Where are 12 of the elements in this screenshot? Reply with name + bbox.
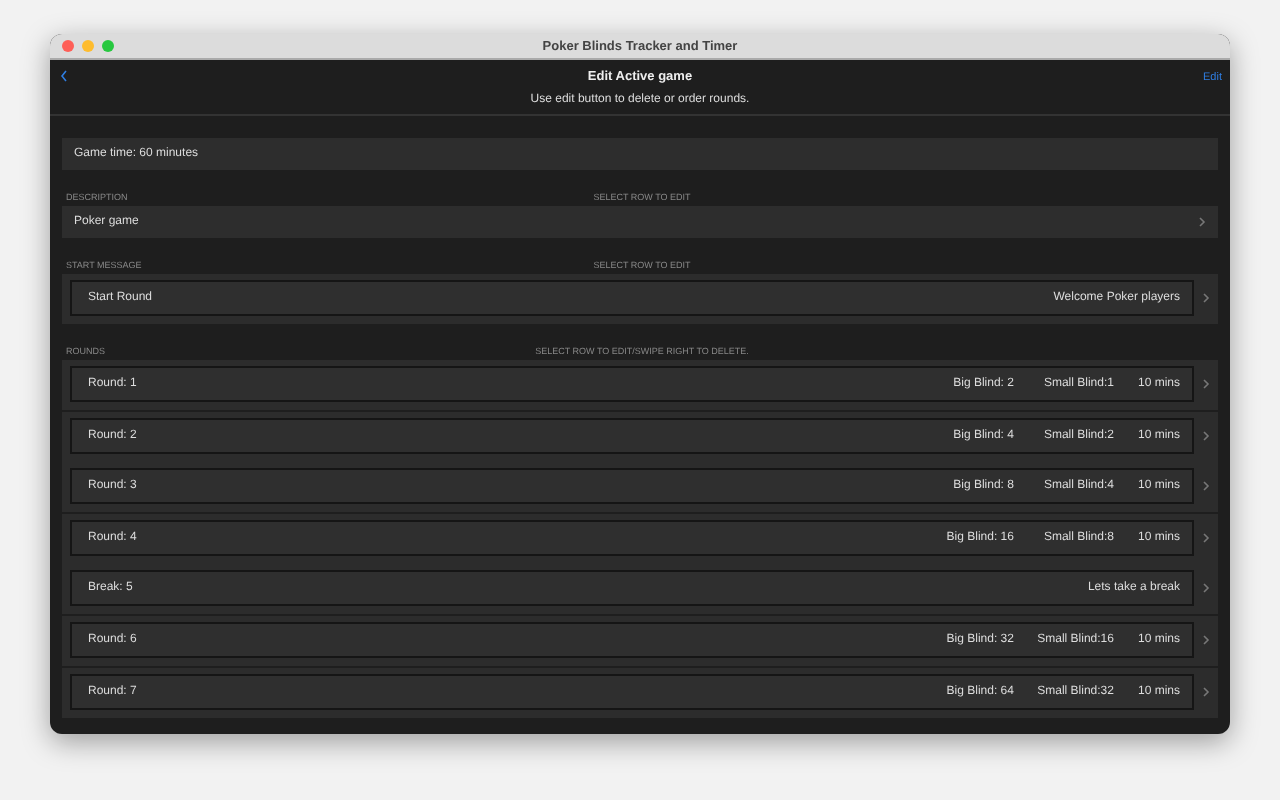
chevron-icon (1202, 292, 1210, 304)
minimize-button[interactable] (82, 40, 94, 52)
chevron-icon (1198, 216, 1206, 228)
chevron-icon (1202, 480, 1210, 493)
chevron-icon (1202, 531, 1210, 544)
chevron-icon (1202, 685, 1210, 698)
chevron-icon (1202, 582, 1210, 595)
zoom-button[interactable] (102, 40, 114, 52)
chevron-icon (1202, 633, 1210, 646)
chevron-icon (1202, 429, 1210, 442)
close-button[interactable] (62, 40, 74, 52)
chevron-icon (1202, 378, 1210, 390)
